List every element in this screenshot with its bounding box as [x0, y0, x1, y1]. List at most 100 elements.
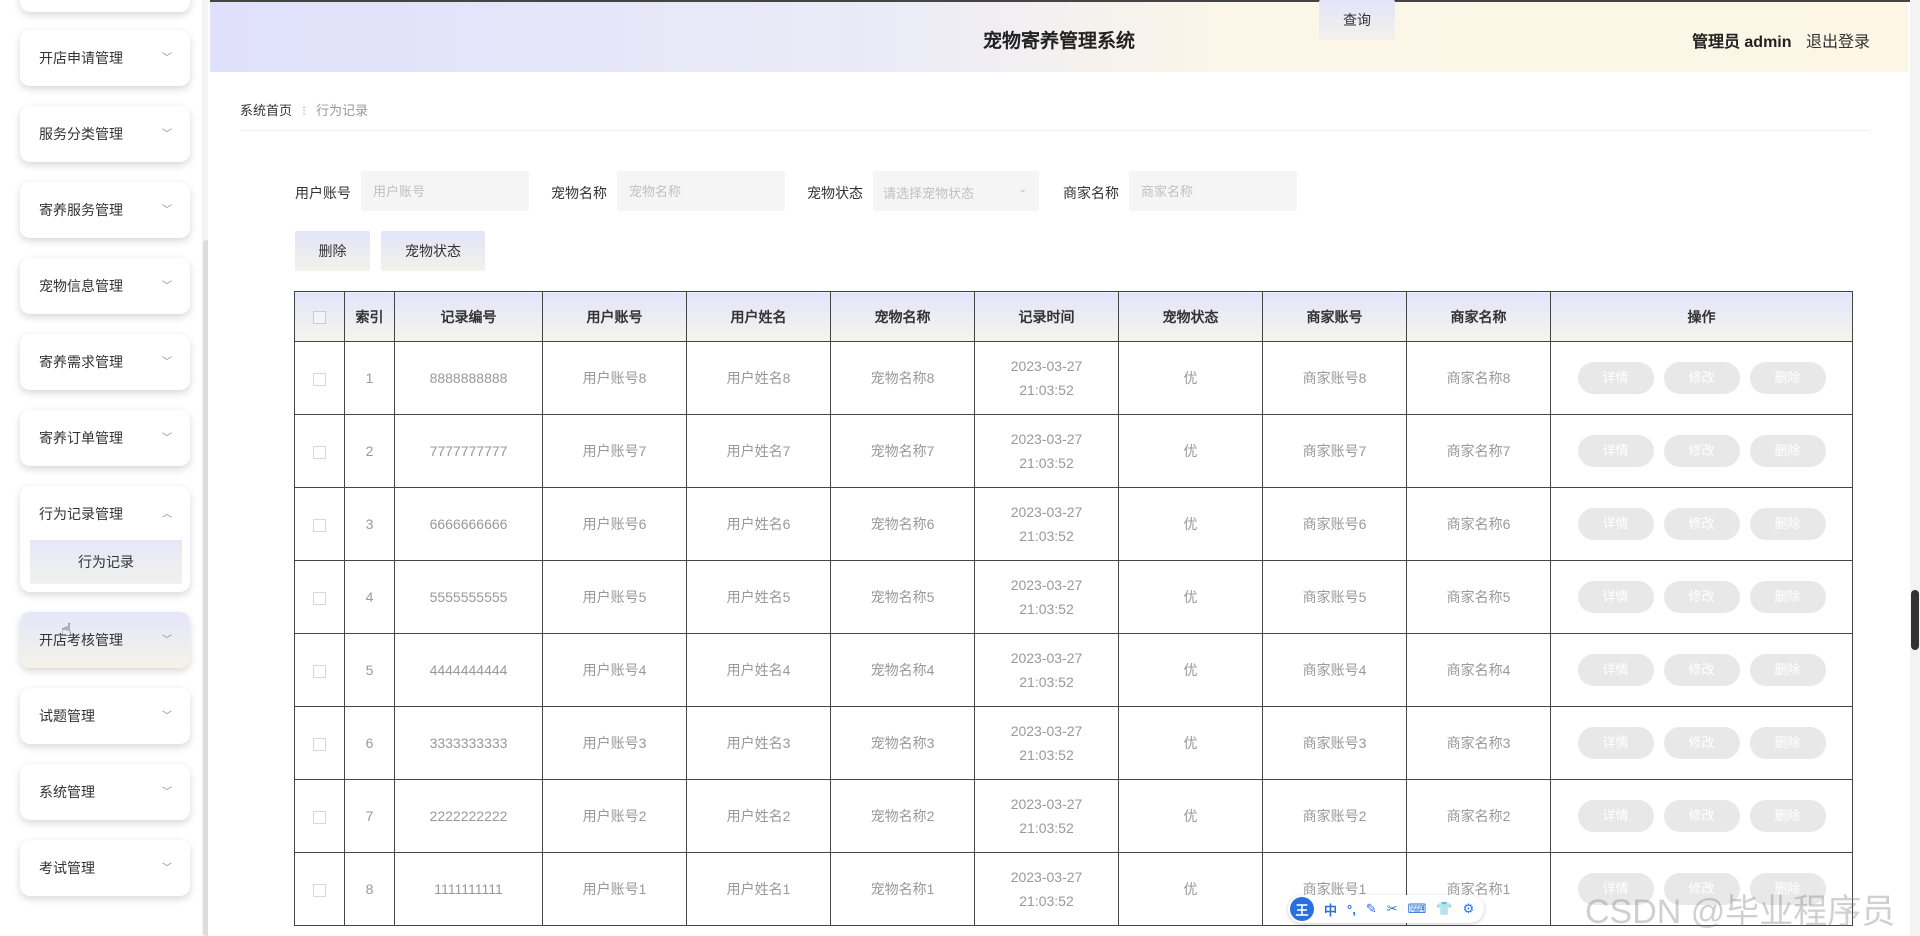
scissors-icon[interactable]: ✂ [1387, 901, 1398, 917]
row-checkbox[interactable] [313, 591, 326, 605]
row-delete-button[interactable]: 删除 [1749, 581, 1826, 613]
row-checkbox[interactable] [313, 445, 326, 459]
user-name: 用户姓名1 [686, 852, 831, 926]
sidebar-menu-label: 服务分类管理 [39, 126, 123, 142]
detail-button[interactable]: 详情 [1577, 581, 1654, 613]
pen-icon[interactable]: ✎ [1366, 901, 1377, 917]
edit-button[interactable]: 修改 [1663, 435, 1740, 467]
detail-button[interactable]: 详情 [1577, 727, 1654, 759]
select-all-checkbox[interactable] [313, 311, 326, 325]
pet-status-button[interactable]: 宠物状态 [381, 231, 485, 271]
record-time: 2023-03-27 21:03:52 [974, 852, 1119, 926]
detail-button[interactable]: 详情 [1577, 508, 1654, 540]
user-account-input[interactable] [361, 171, 529, 211]
merchant-name: 商家名称2 [1406, 779, 1551, 853]
edit-button[interactable]: 修改 [1663, 362, 1740, 394]
user-name: 用户姓名6 [686, 487, 831, 561]
column-header: 宠物状态 [1118, 291, 1263, 342]
edit-button[interactable]: 修改 [1663, 800, 1740, 832]
row-select-cell [294, 487, 345, 561]
sidebar-menu-item[interactable]: 试题管理 ﹀ [20, 688, 190, 744]
sidebar-menu-item[interactable]: 行为记录管理 ︿ 行为记录 [20, 486, 190, 592]
select-all-cell [294, 291, 345, 342]
table-row: 1 8888888888 用户账号8 用户姓名8 宠物名称8 2023-03-27 21:… [294, 341, 1853, 415]
sidebar-scrollbar-thumb[interactable] [203, 240, 208, 936]
row-index: 6 [344, 706, 395, 780]
user-name: 用户姓名3 [686, 706, 831, 780]
keyboard-icon[interactable]: ⌨ [1408, 901, 1427, 917]
row-select-cell [294, 414, 345, 488]
row-select-cell [294, 779, 345, 853]
logout-link[interactable]: 退出登录 [1806, 34, 1870, 51]
user-name: 用户姓名5 [686, 560, 831, 634]
detail-button[interactable]: 详情 [1577, 362, 1654, 394]
row-delete-button[interactable]: 删除 [1749, 727, 1826, 759]
app-header: 宠物寄养管理系统 管理员 admin 退出登录 [210, 0, 1908, 72]
chevron-down-icon: ﹀ [162, 357, 172, 368]
merchant-name-input[interactable] [1129, 171, 1297, 211]
edit-button[interactable]: 修改 [1663, 654, 1740, 686]
ime-mode[interactable]: 中 [1324, 900, 1337, 919]
query-button[interactable]: 查询 [1319, 0, 1395, 40]
sidebar-menu-item[interactable]: 宠物信息管理 ﹀ [20, 258, 190, 314]
row-delete-button[interactable]: 删除 [1749, 435, 1826, 467]
pet-name-input[interactable] [617, 171, 785, 211]
sidebar-menu-item[interactable]: 寄养订单管理 ﹀ [20, 410, 190, 466]
detail-button[interactable]: 详情 [1577, 435, 1654, 467]
skin-icon[interactable]: 👕 [1436, 901, 1452, 917]
column-header: 用户账号 [542, 291, 687, 342]
sidebar-menu-label: 寄养订单管理 [39, 430, 123, 446]
sidebar-menu-item[interactable]: 系统管理 ﹀ [20, 764, 190, 820]
header-user-area: 管理员 admin 退出登录 [1692, 28, 1870, 52]
row-checkbox[interactable] [313, 518, 326, 532]
punctuation-icon[interactable]: °, [1347, 902, 1356, 917]
record-time: 2023-03-27 21:03:52 [974, 560, 1119, 634]
row-checkbox[interactable] [313, 883, 326, 897]
row-checkbox[interactable] [313, 737, 326, 751]
sidebar-menu-item[interactable]: 考试管理 ﹀ [20, 840, 190, 896]
ime-toolbar[interactable]: 王 中 °, ✎ ✂ ⌨ 👕 ⚙ [1288, 895, 1484, 923]
record-time: 2023-03-27 21:03:52 [974, 341, 1119, 415]
pet-name: 宠物名称6 [830, 487, 975, 561]
sidebar-item-partial[interactable] [20, 0, 190, 12]
sidebar-menu-item[interactable]: 服务分类管理 ﹀ [20, 106, 190, 162]
pet-status-select[interactable]: 请选择宠物状态 ⌄ [873, 171, 1039, 211]
detail-button[interactable]: 详情 [1577, 654, 1654, 686]
ime-logo-icon[interactable]: 王 [1290, 897, 1314, 921]
settings-gear-icon[interactable]: ⚙ [1463, 901, 1475, 917]
sidebar-menu-item[interactable]: 寄养需求管理 ﹀ [20, 334, 190, 390]
merchant-name: 商家名称5 [1406, 560, 1551, 634]
edit-button[interactable]: 修改 [1663, 727, 1740, 759]
user-name: 用户姓名7 [686, 414, 831, 488]
delete-button[interactable]: 删除 [295, 231, 370, 271]
page-scrollbar-thumb[interactable] [1911, 590, 1919, 650]
row-checkbox[interactable] [313, 372, 326, 386]
pet-name-label: 宠物名称 [551, 185, 607, 201]
row-delete-button[interactable]: 删除 [1749, 362, 1826, 394]
breadcrumb: 系统首页 ⁝ 行为记录 [240, 100, 368, 119]
sidebar-menu-label: 寄养服务管理 [39, 202, 123, 218]
row-delete-button[interactable]: 删除 [1749, 800, 1826, 832]
sidebar-submenu-item[interactable]: 行为记录 [30, 540, 182, 584]
detail-button[interactable]: 详情 [1577, 800, 1654, 832]
row-index: 7 [344, 779, 395, 853]
breadcrumb-home[interactable]: 系统首页 [240, 103, 292, 118]
user-account: 用户账号1 [542, 852, 687, 926]
page-scrollbar[interactable] [1910, 0, 1920, 936]
row-select-cell [294, 706, 345, 780]
user-account: 用户账号6 [542, 487, 687, 561]
edit-button[interactable]: 修改 [1663, 508, 1740, 540]
user-account: 用户账号8 [542, 341, 687, 415]
sidebar-menu-item[interactable]: 开店申请管理 ﹀ [20, 30, 190, 86]
sidebar-menu-item[interactable]: 开店考核管理 ﹀ [20, 612, 190, 668]
record-time: 2023-03-27 21:03:52 [974, 633, 1119, 707]
row-delete-button[interactable]: 删除 [1749, 654, 1826, 686]
row-checkbox[interactable] [313, 664, 326, 678]
row-delete-button[interactable]: 删除 [1749, 508, 1826, 540]
breadcrumb-separator: ⁝ [302, 103, 307, 118]
merchant-account: 商家账号5 [1262, 560, 1407, 634]
row-checkbox[interactable] [313, 810, 326, 824]
row-actions: 详情 修改 删除 [1550, 341, 1853, 415]
edit-button[interactable]: 修改 [1663, 581, 1740, 613]
sidebar-menu-item[interactable]: 寄养服务管理 ﹀ [20, 182, 190, 238]
